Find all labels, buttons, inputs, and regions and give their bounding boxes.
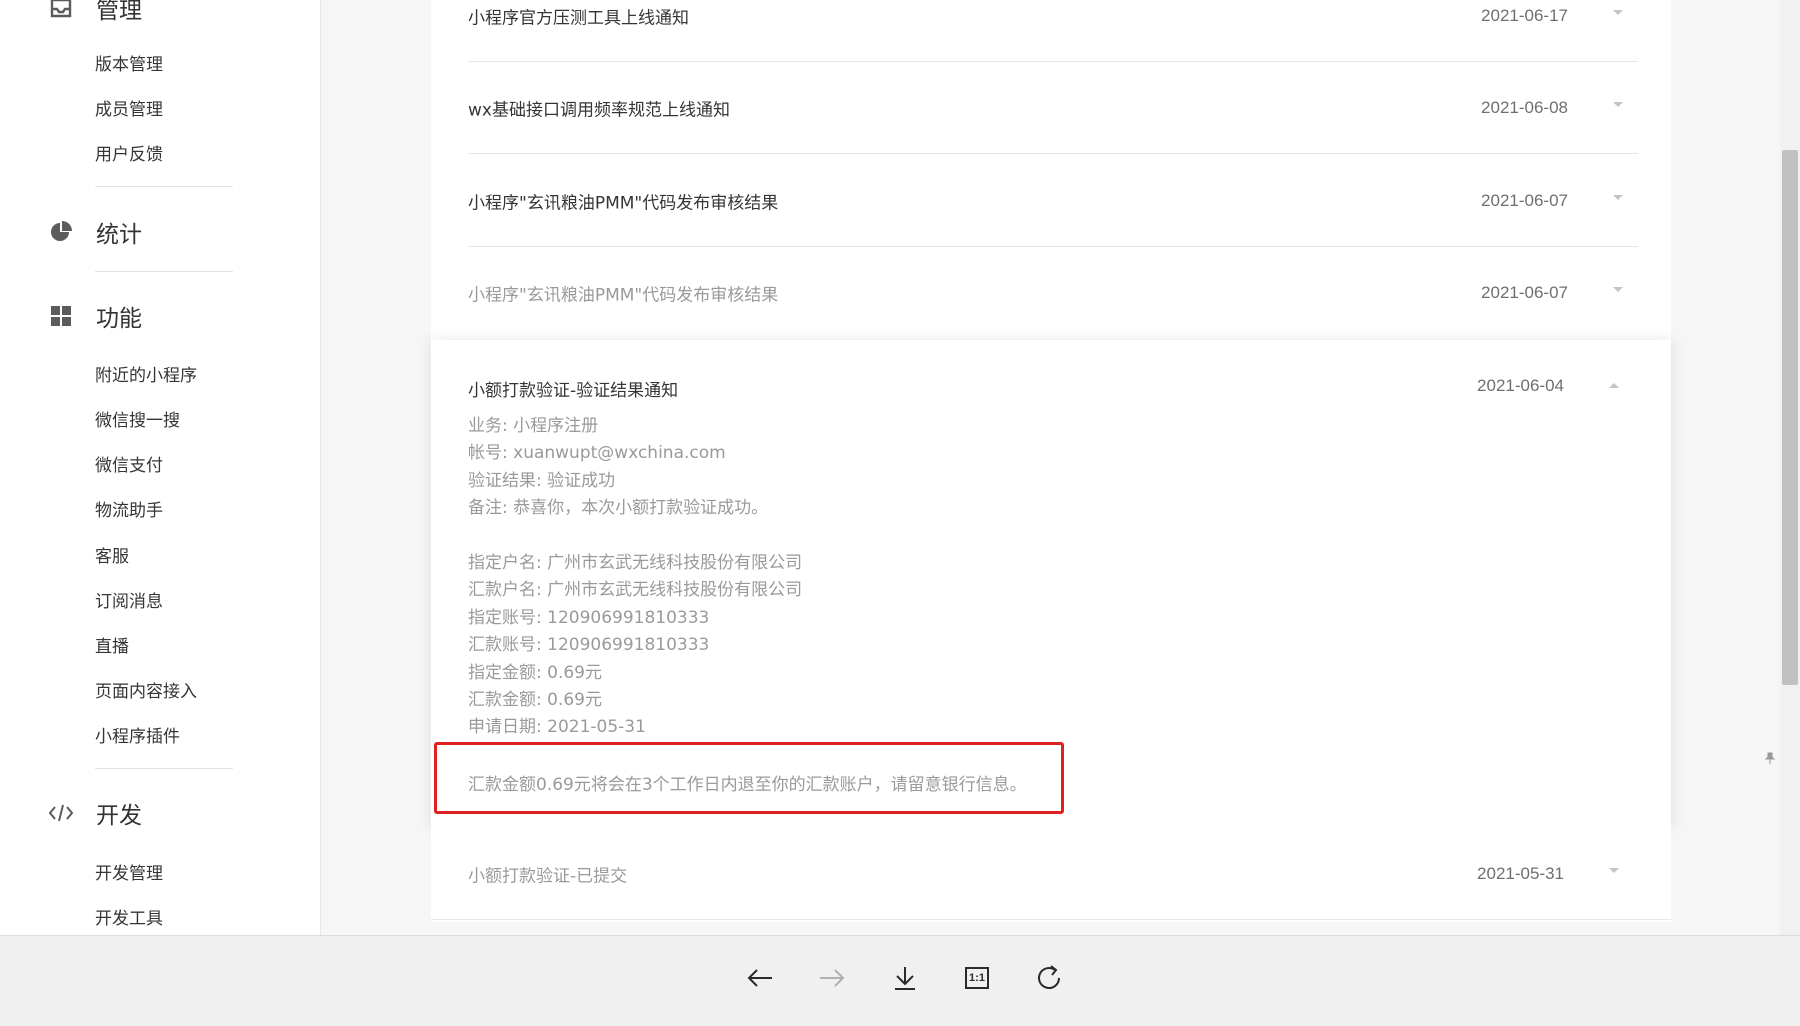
message-title: 小程序"玄讯粮油PMM"代码发布审核结果 [468,193,779,213]
sidebar-section-manage[interactable]: 管理 [48,0,142,28]
detail-designated-name: 指定户名: 广州市玄武无线科技股份有限公司 [468,553,803,573]
sidebar-item-plugin[interactable]: 小程序插件 [95,725,180,749]
sidebar-section-title: 功能 [96,306,142,332]
message-date: 2021-05-31 [1477,863,1564,883]
detail-business: 业务: 小程序注册 [468,416,599,436]
detail-result: 验证结果: 验证成功 [468,471,616,491]
sidebar-item-wechat-search[interactable]: 微信搜一搜 [95,409,180,433]
scrollbar[interactable] [1780,0,1800,935]
chevron-down-icon[interactable] [1613,287,1623,292]
sidebar-section-title: 统计 [96,222,142,248]
sidebar-section-title: 管理 [96,0,142,24]
sidebar: 管理 版本管理 成员管理 用户反馈 统计 功能 附近的小程序 微信搜一搜 微信支… [0,0,321,935]
scrollbar-thumb[interactable] [1782,150,1798,685]
sidebar-item-subscribe-message[interactable]: 订阅消息 [95,590,163,614]
sidebar-section-features[interactable]: 功能 [48,296,142,336]
sidebar-section-statistics[interactable]: 统计 [48,212,142,252]
detail-remit-account: 汇款账号: 120906991810333 [468,635,710,655]
message-row[interactable]: wx基础接口调用频率规范上线通知 2021-06-08 [468,62,1638,154]
sidebar-divider [95,768,233,769]
sidebar-divider [95,271,233,272]
detail-designated-account: 指定账号: 120906991810333 [468,608,710,628]
sidebar-item-logistics[interactable]: 物流助手 [95,499,163,523]
app-window: 管理 版本管理 成员管理 用户反馈 统计 功能 附近的小程序 微信搜一搜 微信支… [0,0,1800,935]
detail-designated-amount: 指定金额: 0.69元 [468,663,602,683]
detail-apply-date: 申请日期: 2021-05-31 [468,717,646,737]
message-row[interactable]: 小程序官方压测工具上线通知 2021-06-17 [468,0,1638,62]
sidebar-item-nearby-miniprogram[interactable]: 附近的小程序 [95,364,197,388]
message-date: 2021-06-04 [1477,376,1564,395]
message-date: 2021-06-07 [1481,190,1568,210]
message-row[interactable]: 小程序"玄讯粮油PMM"代码发布审核结果 2021-06-07 [468,155,1638,247]
detail-account: 帐号: xuanwupt@wxchina.com [468,443,726,463]
message-title: wx基础接口调用频率规范上线通知 [468,100,730,120]
forward-arrow-icon [812,958,852,998]
sidebar-item-live[interactable]: 直播 [95,635,129,659]
sidebar-item-dev-tools[interactable]: 开发工具 [95,907,163,931]
inbox-icon [48,0,74,21]
sidebar-section-title: 开发 [96,803,142,829]
detail-remit-amount: 汇款金额: 0.69元 [468,690,602,710]
sidebar-item-dev-management[interactable]: 开发管理 [95,862,163,886]
viewer-toolbar: 1:1 [0,935,1800,1026]
chevron-down-icon[interactable] [1613,194,1623,200]
message-row[interactable]: 小程序"玄讯粮油PMM"代码发布审核结果 2021-06-07 [468,247,1638,339]
actual-size-icon[interactable]: 1:1 [957,958,997,998]
actual-size-label: 1:1 [965,967,989,989]
sidebar-item-page-content[interactable]: 页面内容接入 [95,680,197,704]
chevron-down-icon[interactable] [1613,101,1623,107]
refund-notice: 汇款金额0.69元将会在3个工作日内退至你的汇款账户，请留意银行信息。 [468,775,1027,795]
sidebar-item-version-management[interactable]: 版本管理 [95,53,163,77]
rotate-icon[interactable] [1029,958,1069,998]
sidebar-item-member-management[interactable]: 成员管理 [95,98,163,122]
sidebar-item-customer-service[interactable]: 客服 [95,545,129,569]
message-title: 小程序"玄讯粮油PMM"代码发布审核结果 [468,285,779,306]
back-arrow-icon[interactable] [740,958,780,998]
pin-icon[interactable] [1764,752,1776,768]
message-date: 2021-06-08 [1481,97,1568,117]
chevron-down-icon[interactable] [1609,867,1619,873]
pie-chart-icon [48,219,74,245]
sidebar-divider [95,186,233,187]
detail-remark: 备注: 恭喜你，本次小额打款验证成功。 [468,498,769,518]
message-title[interactable]: 小额打款验证-验证结果通知 [468,376,678,401]
detail-remit-name: 汇款户名: 广州市玄武无线科技股份有限公司 [468,580,803,600]
sidebar-section-development[interactable]: 开发 [48,793,142,833]
chevron-down-icon[interactable] [1613,9,1623,15]
code-icon [48,800,74,826]
expanded-message: 小额打款验证-验证结果通知 2021-06-04 业务: 小程序注册 帐号: x… [431,340,1671,828]
sidebar-item-user-feedback[interactable]: 用户反馈 [95,143,163,167]
message-date: 2021-06-17 [1481,5,1568,25]
message-date: 2021-06-07 [1481,283,1568,302]
message-title: 小额打款验证-已提交 [468,866,628,886]
download-icon[interactable] [885,958,925,998]
grid-icon [48,303,74,329]
message-title: 小程序官方压测工具上线通知 [468,8,689,28]
sidebar-item-wechat-pay[interactable]: 微信支付 [95,454,163,478]
chevron-up-icon[interactable] [1609,383,1619,388]
message-row[interactable]: 小额打款验证-已提交 2021-05-31 [431,828,1671,920]
